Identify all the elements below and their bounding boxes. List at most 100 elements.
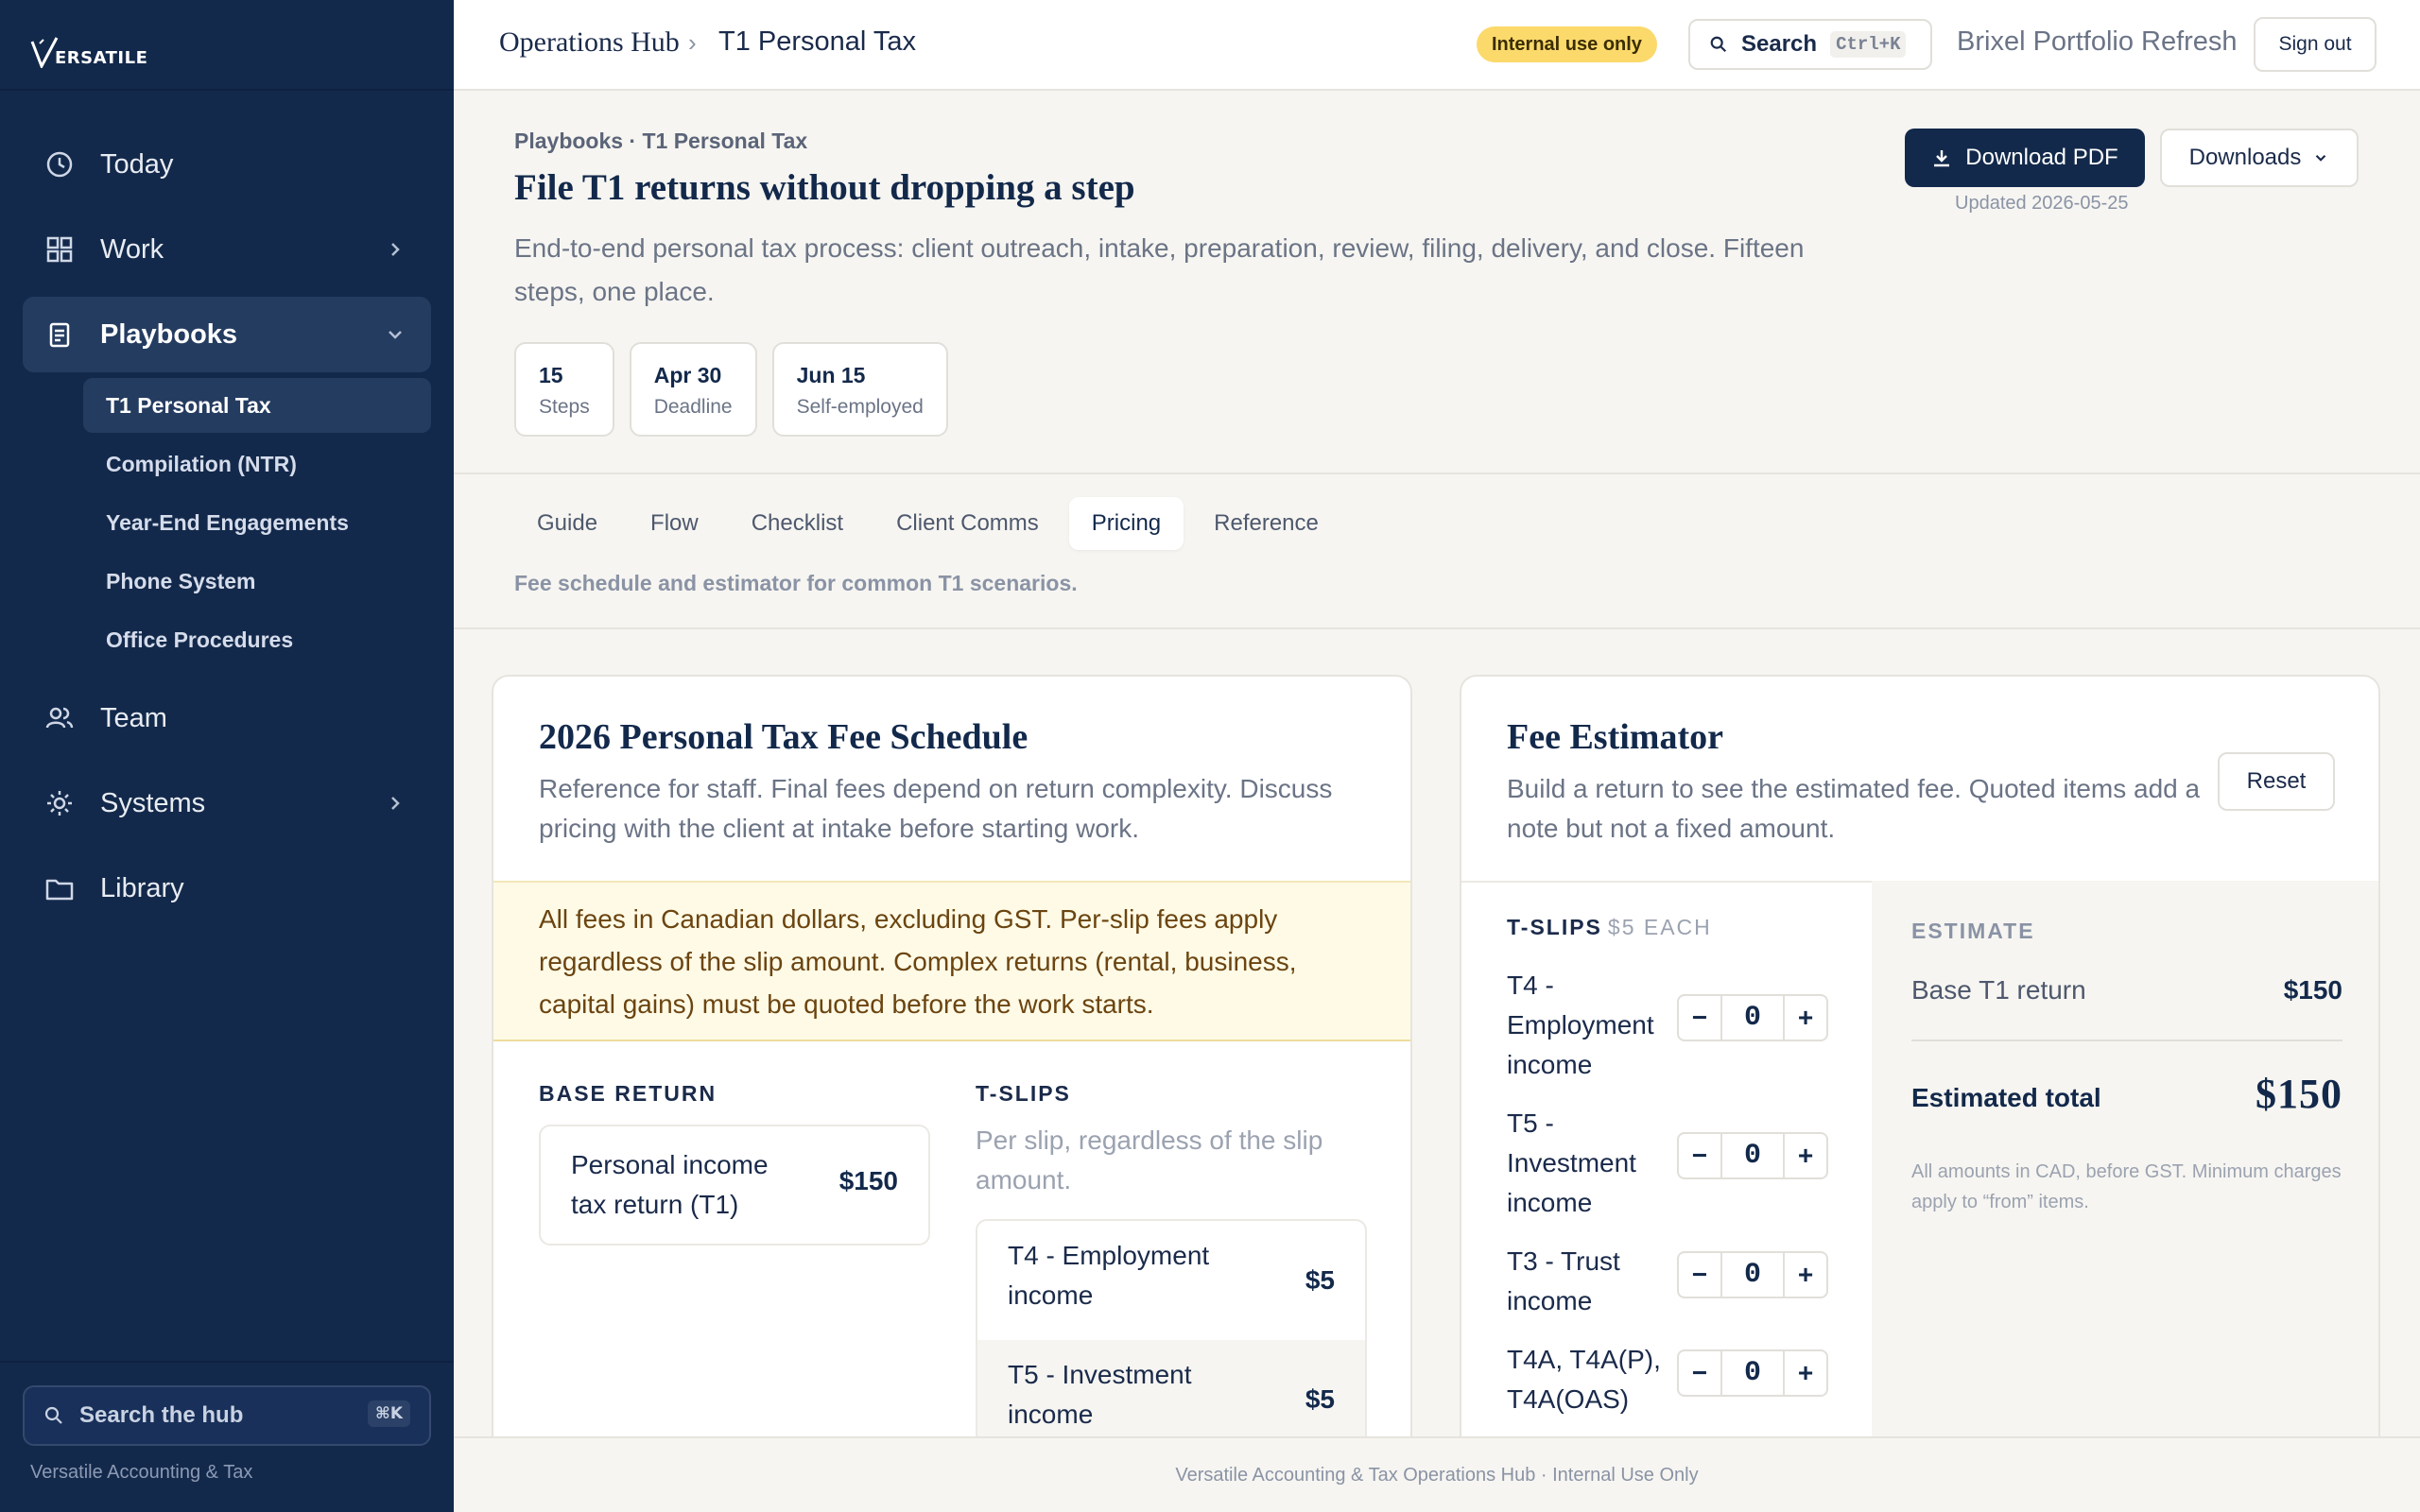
tab-reference[interactable]: Reference — [1191, 497, 1341, 550]
stat-value: 15 — [539, 363, 563, 387]
sign-out-button[interactable]: Sign out — [2254, 17, 2377, 72]
stat-steps: 15 Steps — [514, 342, 614, 437]
sidebar: ERSATILE Today Work Playbooks T1 Persona… — [0, 0, 454, 1512]
quantity-stepper: − 0 + — [1677, 1349, 1828, 1397]
top-search-shortcut: Ctrl+K — [1830, 31, 1907, 58]
reset-button[interactable]: Reset — [2218, 752, 2335, 811]
tab-checklist[interactable]: Checklist — [729, 497, 866, 550]
estimator-row-t4a: T4A, T4A(P), T4A(OAS) − 0 + — [1507, 1340, 1847, 1419]
quantity-value[interactable]: 0 — [1720, 1134, 1785, 1177]
stat-value: Jun 15 — [796, 363, 866, 387]
nav-systems[interactable]: Systems — [23, 765, 431, 841]
fee-notice: All fees in Canadian dollars, excluding … — [493, 881, 1410, 1041]
slip-name: T5 - Investment income — [1008, 1360, 1192, 1429]
decrement-button[interactable]: − — [1679, 1134, 1720, 1177]
download-icon — [1934, 150, 1950, 167]
estimate-divider — [1911, 1040, 2342, 1041]
playbooks-subnav: T1 Personal Tax Compilation (NTR) Year-E… — [23, 378, 431, 667]
breadcrumb-current: T1 Personal Tax — [718, 26, 917, 57]
subnav-office-procedures[interactable]: Office Procedures — [83, 612, 431, 667]
chevron-down-icon — [2316, 155, 2326, 162]
quantity-value[interactable]: 0 — [1720, 996, 1785, 1040]
quantity-value[interactable]: 0 — [1720, 1253, 1785, 1297]
quantity-value[interactable]: 0 — [1720, 1351, 1785, 1395]
nav-work-label: Work — [100, 233, 164, 265]
search-icon — [1710, 36, 1727, 53]
slip-name: T4 - Employment income — [1008, 1241, 1210, 1310]
decrement-button[interactable]: − — [1679, 1351, 1720, 1395]
tslip-list: T4 - Employment income $5 T5 - Investmen… — [976, 1219, 1367, 1461]
estimate-note: All amounts in CAD, before GST. Minimum … — [1911, 1161, 2342, 1212]
download-pdf-label: Download PDF — [1965, 145, 2118, 170]
estimator-row-t3: T3 - Trust income − 0 + — [1507, 1242, 1847, 1321]
downloads-label: Downloads — [2188, 145, 2302, 170]
quantity-stepper: − 0 + — [1677, 1132, 1828, 1179]
fee-estimator-title: Fee Estimator — [1507, 717, 1723, 757]
stat-value: Apr 30 — [653, 363, 722, 387]
nav-library[interactable]: Library — [23, 850, 431, 926]
topbar: Operations Hub › T1 Personal Tax Interna… — [454, 0, 2420, 91]
increment-button[interactable]: + — [1785, 1351, 1826, 1395]
hub-search-label: Search the hub — [79, 1402, 244, 1428]
estimator-row-t5: T5 - Investment income − 0 + — [1507, 1104, 1847, 1223]
stat-self-employed: Jun 15 Self-employed — [771, 342, 948, 437]
tab-pricing[interactable]: Pricing — [1068, 497, 1184, 550]
estimate-total-value: $150 — [2256, 1071, 2342, 1117]
folder-icon — [43, 872, 76, 904]
nav-work[interactable]: Work — [23, 212, 431, 287]
fee-schedule-card: 2026 Personal Tax Fee Schedule Reference… — [492, 675, 1412, 1487]
decrement-button[interactable]: − — [1679, 1253, 1720, 1297]
tab-flow[interactable]: Flow — [628, 497, 721, 550]
nav-team-label: Team — [100, 702, 167, 733]
estimate-base-label: Base T1 return — [1911, 975, 2086, 1005]
subnav-phone-system[interactable]: Phone System — [83, 554, 431, 609]
top-search-button[interactable]: Search Ctrl+K — [1688, 19, 1932, 70]
page-footer: Versatile Accounting & Tax Operations Hu… — [454, 1436, 2420, 1512]
internal-badge: Internal use only — [1477, 26, 1657, 62]
stat-label: Steps — [539, 396, 590, 418]
top-search-label: Search — [1741, 31, 1818, 57]
tab-client-comms[interactable]: Client Comms — [873, 497, 1062, 550]
downloads-dropdown[interactable]: Downloads — [2160, 129, 2359, 187]
increment-button[interactable]: + — [1785, 1253, 1826, 1297]
subnav-t1-personal-tax[interactable]: T1 Personal Tax — [83, 378, 431, 433]
stats-row: 15 Steps Apr 30 Deadline Jun 15 Self-employ… — [514, 342, 948, 437]
estimator-row-t4: T4 - Employment income − 0 + — [1507, 966, 1847, 1085]
estimate-total: Estimated total $150 — [1911, 1071, 2342, 1117]
nav-today[interactable]: Today — [23, 127, 431, 202]
subnav-year-end[interactable]: Year-End Engagements — [83, 495, 431, 550]
page-title: File T1 returns without dropping a step — [514, 167, 1135, 208]
estimate-label: ESTIMATE — [1911, 919, 2035, 943]
breadcrumb-root[interactable]: Operations Hub — [499, 26, 680, 59]
breadcrumb-separator: › — [688, 28, 697, 57]
stat-deadline: Apr 30 Deadline — [629, 342, 757, 437]
project-name[interactable]: Brixel Portfolio Refresh — [1957, 26, 2238, 58]
decrement-button[interactable]: − — [1679, 996, 1720, 1040]
nav-playbooks[interactable]: Playbooks — [23, 297, 431, 372]
page-eyebrow: Playbooks · T1 Personal Tax — [514, 129, 808, 153]
increment-button[interactable]: + — [1785, 1134, 1826, 1177]
fee-schedule-title: 2026 Personal Tax Fee Schedule — [539, 717, 1028, 757]
nav-systems-label: Systems — [100, 787, 206, 818]
nav-team[interactable]: Team — [23, 680, 431, 756]
quantity-stepper: − 0 + — [1677, 994, 1828, 1041]
subnav-compilation[interactable]: Compilation (NTR) — [83, 437, 431, 491]
fee-estimator-card: Fee Estimator Build a return to see the … — [1460, 675, 2380, 1487]
base-return-price: $150 — [838, 1166, 898, 1195]
sidebar-divider — [0, 89, 454, 91]
download-pdf-button[interactable]: Download PDF — [1905, 129, 2145, 187]
users-icon — [43, 702, 76, 734]
brand-name: ERSATILE — [55, 48, 148, 68]
hub-search-button[interactable]: Search the hub ⌘K — [23, 1385, 431, 1446]
tab-guide[interactable]: Guide — [514, 497, 620, 550]
brand-logo[interactable]: ERSATILE — [30, 26, 147, 68]
row-label: T3 - Trust income — [1507, 1246, 1620, 1315]
quantity-stepper: − 0 + — [1677, 1251, 1828, 1298]
increment-button[interactable]: + — [1785, 996, 1826, 1040]
tslips-each: $5 EACH — [1607, 915, 1712, 939]
estimate-total-label: Estimated total — [1911, 1083, 2101, 1112]
row-label: T5 - Investment income — [1507, 1108, 1636, 1217]
tab-caption: Fee schedule and estimator for common T1… — [514, 571, 1078, 595]
tabs-section: Guide Flow Checklist Client Comms Pricin… — [454, 476, 2420, 629]
updated-date: Updated 2026-05-25 — [1955, 193, 2129, 214]
